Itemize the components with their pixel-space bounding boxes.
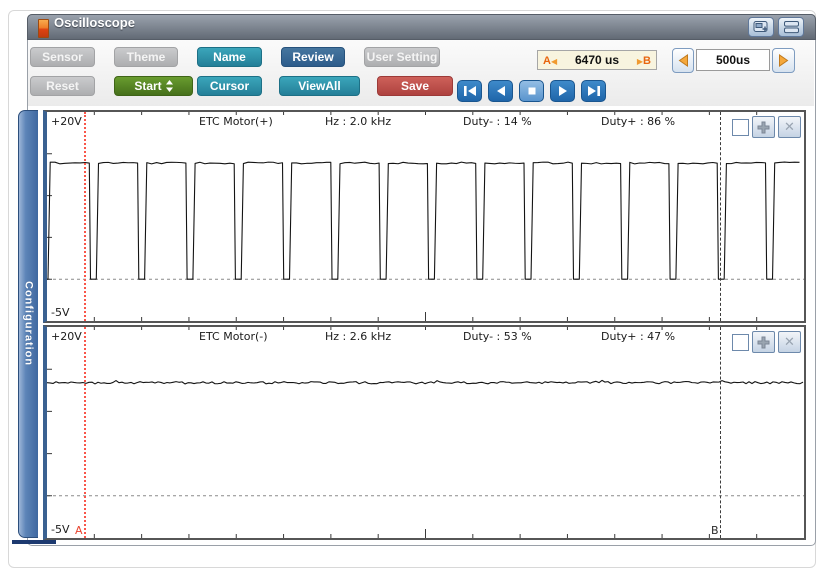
play-icon: [558, 86, 567, 96]
skip-to-start-icon: [463, 86, 476, 96]
window-plus-icon: [753, 21, 767, 32]
duty-minus-readout: Duty- : 14 %: [463, 115, 532, 128]
arrow-right-icon: [779, 54, 789, 67]
channel-visible-checkbox[interactable]: [732, 333, 749, 351]
name-button[interactable]: Name: [197, 47, 262, 67]
duty-plus-readout: Duty+ : 86 %: [601, 115, 676, 128]
start-button-label: Start: [134, 79, 162, 93]
triangle-left-icon: ◀: [550, 57, 558, 66]
close-panel-button[interactable]: ✕: [778, 116, 801, 138]
timebase-increase-button[interactable]: [772, 48, 795, 73]
duty-minus-readout: Duty- : 53 %: [463, 330, 532, 343]
window-title: Oscilloscope: [54, 15, 135, 30]
sensor-button[interactable]: Sensor: [30, 47, 95, 67]
frequency-readout: Hz : 2.6 kHz: [325, 330, 392, 343]
panel-controls: ✕: [732, 331, 801, 353]
window-edge-strip: [12, 540, 56, 544]
cursor-a-line[interactable]: [84, 112, 86, 321]
stop-button[interactable]: [519, 80, 544, 102]
play-button[interactable]: [550, 80, 575, 102]
zoom-in-button[interactable]: [752, 331, 775, 353]
skip-to-end-button[interactable]: [581, 80, 606, 102]
cursor-button[interactable]: Cursor: [197, 76, 262, 96]
add-panel-button[interactable]: [748, 17, 774, 37]
spinner-updown-icon: [165, 80, 173, 92]
viewall-button[interactable]: ViewAll: [279, 76, 360, 96]
split-layout-button[interactable]: [778, 17, 804, 37]
y-max-label: +20V: [51, 330, 82, 343]
plus-icon: [757, 336, 770, 348]
stacked-panes-icon: [783, 21, 799, 34]
channel-visible-checkbox[interactable]: [732, 118, 749, 136]
close-panel-button[interactable]: ✕: [778, 331, 801, 353]
stop-icon: [528, 87, 535, 95]
scope-panel-2: +20V ETC Motor(-) Hz : 2.6 kHz Duty- : 5…: [43, 325, 806, 540]
scope-panel-1: +20V ETC Motor(+) Hz : 2.0 kHz Duty- : 1…: [43, 110, 806, 323]
channel-label: ETC Motor(-): [199, 330, 268, 343]
cursor-a-letter: A: [75, 524, 83, 537]
skip-to-end-icon: [587, 86, 600, 96]
review-button[interactable]: Review: [281, 47, 345, 67]
start-button[interactable]: Start: [114, 76, 193, 96]
user-setting-button[interactable]: User Setting: [364, 47, 440, 67]
reset-button[interactable]: Reset: [30, 76, 95, 96]
marker-b-label: B: [643, 55, 651, 67]
y-max-label: +20V: [51, 115, 82, 128]
app-logo-icon: [38, 19, 49, 38]
save-button[interactable]: Save: [377, 76, 453, 96]
cursor-b-letter: B: [711, 524, 719, 537]
marker-a-label: A: [543, 55, 551, 67]
cursor-a-line[interactable]: [84, 327, 86, 538]
configuration-tab[interactable]: Configuration: [18, 110, 38, 538]
timebase-value[interactable]: 500us: [696, 49, 770, 71]
configuration-tab-label: Configuration: [22, 281, 35, 367]
title-bar: Oscilloscope: [27, 14, 816, 40]
skip-to-start-button[interactable]: [457, 80, 482, 102]
waveform-plot-2: [47, 327, 804, 538]
zoom-in-button[interactable]: [752, 116, 775, 138]
timebase-decrease-button[interactable]: [672, 48, 694, 73]
waveform-plot-1: [47, 112, 804, 321]
cursor-b-line[interactable]: [720, 327, 721, 538]
duty-plus-readout: Duty+ : 47 %: [601, 330, 676, 343]
theme-button[interactable]: Theme: [114, 47, 178, 67]
step-back-icon: [496, 86, 505, 96]
channel-label: ETC Motor(+): [199, 115, 273, 128]
ab-time-display: A◀ 6470 us ▶B: [537, 50, 657, 70]
arrow-left-icon: [678, 54, 688, 67]
panel-controls: ✕: [732, 116, 801, 138]
cursor-b-line[interactable]: [720, 112, 721, 321]
frequency-readout: Hz : 2.0 kHz: [325, 115, 392, 128]
y-min-label: -5V: [51, 306, 70, 319]
step-back-button[interactable]: [488, 80, 513, 102]
plus-icon: [757, 121, 770, 133]
y-min-label: -5V: [51, 523, 70, 536]
ab-time-value: 6470 us: [574, 53, 620, 67]
